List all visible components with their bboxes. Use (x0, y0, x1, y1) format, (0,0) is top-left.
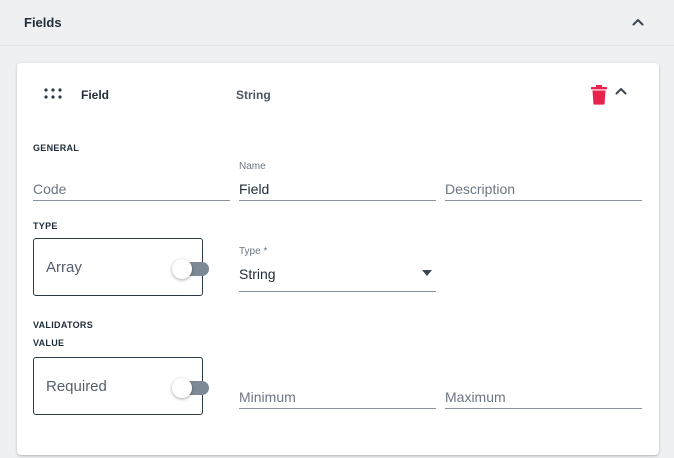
array-toggle-box[interactable]: Array (33, 238, 209, 296)
name-input[interactable] (239, 181, 436, 197)
section-title: Fields (24, 15, 62, 30)
field-card: Field String GENERAL Name TYPE Array Typ… (17, 63, 659, 455)
fields-section-header[interactable]: Fields (0, 0, 674, 46)
field-name-title: Field (81, 88, 110, 102)
required-toggle-label: Required (46, 378, 107, 395)
drag-handle-icon[interactable] (43, 87, 63, 101)
value-subgroup-label: VALUE (33, 338, 65, 348)
required-toggle-switch[interactable] (172, 378, 209, 398)
maximum-input[interactable] (445, 389, 642, 405)
description-field[interactable] (445, 161, 642, 201)
required-toggle-box[interactable]: Required (33, 357, 209, 415)
trash-icon[interactable] (590, 85, 608, 105)
maximum-field[interactable] (445, 369, 642, 409)
description-input[interactable] (445, 181, 642, 197)
type-group-label: TYPE (33, 221, 58, 231)
toggle-knob (172, 259, 192, 279)
name-field-label: Name (239, 161, 266, 172)
type-select-value: String (239, 266, 276, 282)
field-type-title: String (236, 88, 271, 102)
array-toggle-label: Array (46, 259, 82, 276)
code-input[interactable] (33, 181, 230, 197)
chevron-up-icon[interactable] (630, 14, 646, 30)
code-field[interactable] (33, 161, 230, 201)
general-group-label: GENERAL (33, 143, 80, 153)
minimum-input[interactable] (239, 389, 436, 405)
type-select-label: Type * (239, 246, 268, 257)
type-select[interactable]: Type * String (239, 246, 436, 292)
collapse-chevron-icon[interactable] (613, 83, 629, 99)
name-field[interactable]: Name (239, 161, 436, 201)
minimum-field[interactable] (239, 369, 436, 409)
array-toggle-switch[interactable] (172, 259, 209, 279)
toggle-knob (172, 378, 192, 398)
dropdown-arrow-icon[interactable] (422, 270, 432, 276)
validators-group-label: VALIDATORS (33, 320, 94, 330)
